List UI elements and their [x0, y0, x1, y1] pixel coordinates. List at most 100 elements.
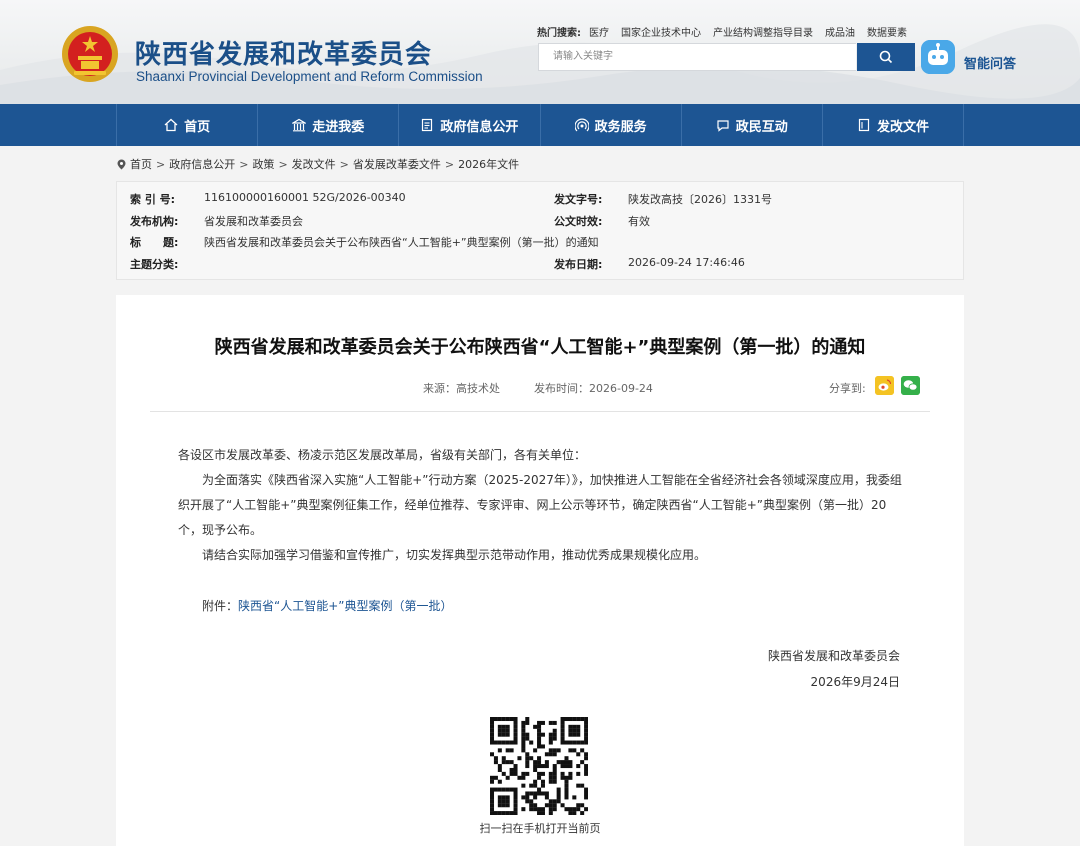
- qr-module: [584, 728, 588, 733]
- qr-module: [490, 811, 495, 815]
- qr-module: [576, 740, 581, 745]
- qr-module: [529, 791, 534, 796]
- hot-search-link[interactable]: 产业结构调整指导目录: [713, 24, 813, 39]
- qr-module: [505, 760, 510, 765]
- qr-module: [564, 779, 569, 784]
- breadcrumb-link[interactable]: 政府信息公开: [169, 156, 235, 172]
- qr-module: [501, 803, 506, 808]
- qr-module: [576, 803, 581, 808]
- meta-docno-value: 陕发改高技〔2026〕1331号: [628, 193, 772, 206]
- qr-module: [540, 732, 545, 737]
- nav-label: 首页: [184, 119, 211, 135]
- qr-module: [525, 764, 530, 769]
- qr-module: [509, 717, 514, 722]
- qr-module: [533, 791, 538, 796]
- qr-module: [505, 724, 510, 729]
- qr-module: [521, 807, 526, 812]
- qr-module: [537, 811, 542, 815]
- document-meta: 索 引 号: 116100000160001 52G/2026-00340 发文…: [116, 181, 964, 280]
- home-icon: [164, 118, 178, 132]
- qr-module: [540, 764, 545, 769]
- qr-code: [490, 717, 588, 815]
- nav-item-interaction[interactable]: 政民互动: [682, 104, 823, 146]
- qr-module: [497, 767, 502, 772]
- qr-module: [525, 799, 530, 804]
- weibo-share-icon[interactable]: [875, 376, 894, 395]
- breadcrumb-separator: >: [278, 157, 288, 171]
- qr-module: [490, 803, 495, 808]
- qr-module: [560, 736, 565, 741]
- qr-module: [513, 717, 518, 722]
- meta-label: 索 引 号:: [130, 193, 176, 206]
- qr-module: [513, 767, 518, 772]
- qr-module: [497, 779, 502, 784]
- meta-label: 发布机构:: [130, 215, 179, 228]
- qr-module: [584, 740, 588, 745]
- qr-module: [529, 799, 534, 804]
- breadcrumb-link[interactable]: 2026年文件: [458, 156, 519, 172]
- search-button[interactable]: [857, 43, 915, 71]
- qr-module: [544, 803, 549, 808]
- qr-module: [548, 775, 553, 780]
- nav-item-info-disclosure[interactable]: 政府信息公开: [399, 104, 541, 146]
- article-body: 各设区市发展改革委、杨凌示范区发展改革局，省级有关部门，各有关单位： 为全面落实…: [178, 443, 902, 568]
- hot-search-link[interactable]: 数据要素: [867, 24, 907, 39]
- qr-module: [560, 740, 565, 745]
- qr-module: [576, 728, 581, 733]
- qr-module: [580, 811, 585, 815]
- meta-title-value: 陕西省发展和改革委员会关于公布陕西省“人工智能+”典型案例（第一批）的通知: [204, 236, 599, 249]
- qr-module: [509, 811, 514, 815]
- qr-module: [576, 724, 581, 729]
- breadcrumb-link[interactable]: 首页: [130, 156, 152, 172]
- qr-module: [521, 728, 526, 733]
- qr-module: [556, 799, 561, 804]
- qr-module: [556, 760, 561, 765]
- qr-module: [537, 720, 542, 725]
- qr-module: [501, 717, 506, 722]
- qr-module: [564, 717, 569, 722]
- search-input[interactable]: 请输入关键字: [538, 43, 856, 71]
- nav-item-about[interactable]: 走进我委: [258, 104, 400, 146]
- qr-module: [490, 740, 495, 745]
- qr-module: [497, 740, 502, 745]
- qr-module: [525, 736, 530, 741]
- meta-org-value: 省发展和改革委员会: [204, 215, 303, 228]
- qr-module: [513, 771, 518, 776]
- wechat-share-icon[interactable]: [901, 376, 920, 395]
- attachment-link[interactable]: 陕西省“人工智能+”典型案例（第一批）: [238, 599, 453, 613]
- qr-module: [580, 740, 585, 745]
- signer: 陕西省发展和改革委员会: [767, 649, 900, 663]
- qr-module: [544, 764, 549, 769]
- breadcrumb-link[interactable]: 政策: [252, 156, 274, 172]
- qr-module: [533, 807, 538, 812]
- divider: [150, 411, 930, 412]
- nav-item-documents[interactable]: 发改文件: [823, 104, 965, 146]
- nav-item-home[interactable]: 首页: [116, 104, 259, 146]
- qr-module: [533, 764, 538, 769]
- nav-label: 政民互动: [735, 119, 788, 135]
- qr-module: [513, 724, 518, 729]
- qr-module: [497, 799, 502, 804]
- qr-module: [513, 811, 518, 815]
- qr-module: [490, 720, 495, 725]
- qr-module: [505, 775, 510, 780]
- qr-module: [548, 811, 553, 815]
- qr-module: [572, 811, 577, 815]
- hot-search-link[interactable]: 医疗: [589, 24, 609, 39]
- robot-icon[interactable]: [921, 40, 955, 74]
- qr-module: [505, 811, 510, 815]
- salutation: 各设区市发展改革委、杨凌示范区发展改革局，省级有关部门，各有关单位：: [178, 448, 587, 462]
- qr-module: [537, 736, 542, 741]
- qr-module: [490, 799, 495, 804]
- qr-module: [513, 803, 518, 808]
- qr-module: [537, 744, 542, 749]
- breadcrumb-link[interactable]: 发改文件: [292, 156, 336, 172]
- qr-module: [521, 748, 526, 753]
- breadcrumb-link[interactable]: 省发展改革委文件: [353, 156, 441, 172]
- hot-search-link[interactable]: 国家企业技术中心: [621, 24, 701, 39]
- qr-module: [505, 799, 510, 804]
- ai-qa-link[interactable]: 智能问答: [964, 53, 1016, 72]
- nav-item-services[interactable]: 政务服务: [541, 104, 682, 146]
- hot-search-link[interactable]: 成品油: [825, 24, 855, 39]
- qr-module: [572, 807, 577, 812]
